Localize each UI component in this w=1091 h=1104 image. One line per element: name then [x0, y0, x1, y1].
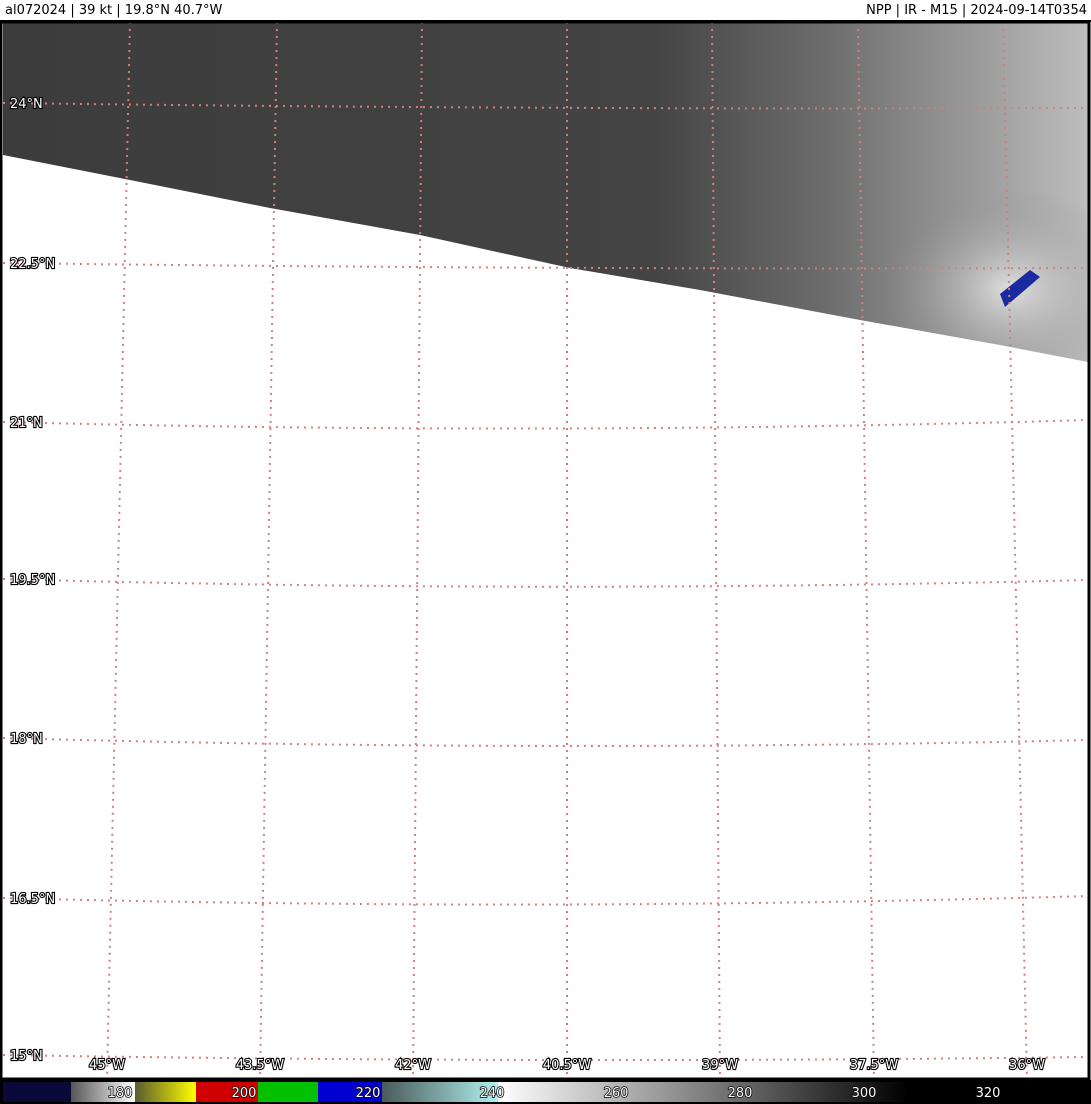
colorbar-tick-label: 300 — [852, 1086, 877, 1101]
sensor-info: NPP | IR - M15 | 2024-09-14T0354 — [866, 3, 1087, 18]
latitude-label: 24°N — [10, 97, 43, 112]
colorbar: 180 200 220 240 260 280 300 320 — [0, 1080, 1091, 1104]
longitude-label: 37.5°W — [850, 1058, 898, 1073]
longitude-label: 36°W — [1009, 1058, 1045, 1073]
colorbar-tick-label: 200 — [232, 1086, 257, 1101]
colorbar-tick-label: 240 — [480, 1086, 505, 1101]
colorbar-tick-label: 280 — [728, 1086, 753, 1101]
latitude-label: 22.5°N — [10, 257, 55, 272]
satellite-map: 24°N 22.5°N 21°N 19.5°N 18°N 16.5°N 15°N 45°W 43… — [0, 22, 1091, 1080]
storm-info: al072024 | 39 kt | 19.8°N 40.7°W — [5, 3, 223, 18]
title-bar: al072024 | 39 kt | 19.8°N 40.7°W NPP | I… — [0, 0, 1091, 22]
colorbar-tick-label: 220 — [356, 1086, 381, 1101]
latitude-label: 21°N — [10, 416, 43, 431]
latitude-label: 16.5°N — [10, 892, 55, 907]
longitude-label: 43.5°W — [236, 1058, 284, 1073]
latitude-label: 15°N — [10, 1049, 43, 1064]
longitude-label: 40.5°W — [543, 1058, 591, 1073]
latitude-label: 19.5°N — [10, 573, 55, 588]
latitude-label: 18°N — [10, 732, 43, 747]
colorbar-tick-label: 180 — [108, 1086, 133, 1101]
longitude-label: 45°W — [89, 1058, 125, 1073]
colorbar-tick-label: 320 — [976, 1086, 1001, 1101]
longitude-label: 39°W — [702, 1058, 738, 1073]
colorbar-tick-label: 260 — [604, 1086, 629, 1101]
longitude-label: 42°W — [395, 1058, 431, 1073]
